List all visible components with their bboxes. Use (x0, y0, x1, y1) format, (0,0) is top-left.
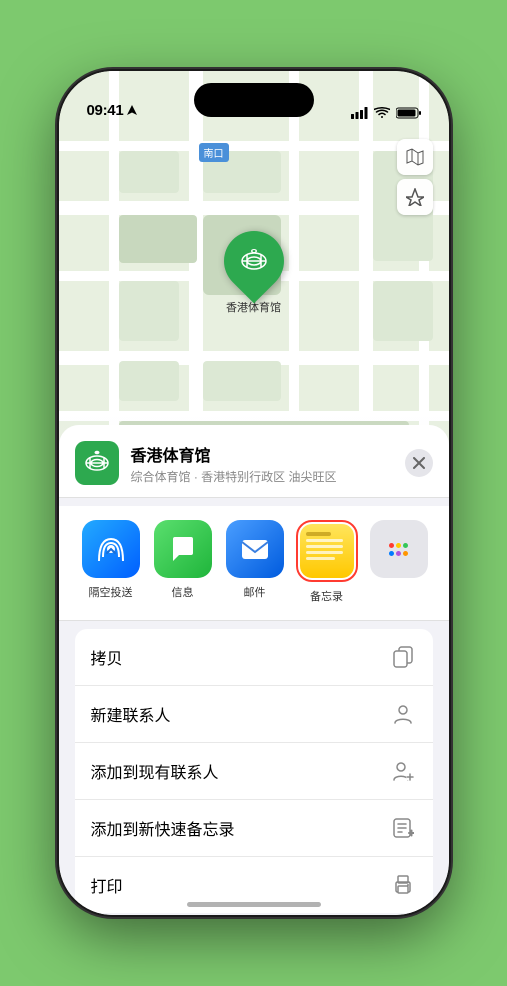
location-pin: 香港体育馆 (224, 231, 284, 315)
share-row: 隔空投送 信息 (59, 506, 449, 621)
action-new-contact-label: 新建联系人 (91, 702, 171, 726)
dynamic-island (194, 83, 314, 117)
dot-purple (396, 551, 401, 556)
share-item-notes[interactable]: 备忘录 (291, 520, 363, 604)
messages-label: 信息 (172, 584, 194, 600)
messages-icon-wrap (154, 520, 212, 578)
venue-subtitle: 综合体育馆 · 香港特别行政区 油尖旺区 (131, 468, 393, 485)
venue-icon (75, 441, 119, 485)
wifi-icon (374, 107, 390, 119)
bottom-sheet: 香港体育馆 综合体育馆 · 香港特别行政区 油尖旺区 (59, 425, 449, 915)
close-icon (413, 457, 425, 469)
venue-stadium-icon (83, 449, 111, 477)
new-contact-icon (389, 700, 417, 728)
map-type-button[interactable] (397, 139, 433, 175)
notes-selection-border (296, 520, 358, 582)
airdrop-icon-wrap (82, 520, 140, 578)
airdrop-icon (95, 533, 127, 565)
close-button[interactable] (405, 449, 433, 477)
mail-icon (239, 534, 271, 564)
share-item-messages[interactable]: 信息 (147, 520, 219, 604)
action-copy-label: 拷贝 (91, 645, 123, 669)
location-arrow-icon (127, 105, 137, 117)
share-item-mail[interactable]: 邮件 (219, 520, 291, 604)
status-icons (351, 107, 421, 119)
dot-green (403, 543, 408, 548)
action-list: 拷贝 新建联系人 (75, 629, 433, 913)
signal-icon (351, 107, 368, 119)
phone-screen: 09:41 (59, 71, 449, 915)
map-label: 南口 (199, 143, 229, 162)
mail-icon-wrap (226, 520, 284, 578)
action-copy[interactable]: 拷贝 (75, 629, 433, 686)
action-quick-note-label: 添加到新快速备忘录 (91, 816, 235, 840)
dot-yellow (396, 543, 401, 548)
airdrop-label: 隔空投送 (89, 584, 133, 600)
copy-icon (389, 643, 417, 671)
action-print-label: 打印 (91, 873, 123, 897)
share-item-airdrop[interactable]: 隔空投送 (75, 520, 147, 604)
action-quick-note[interactable]: 添加到新快速备忘录 (75, 800, 433, 857)
share-item-more[interactable]: 更多 (363, 520, 435, 604)
notes-label: 备忘录 (310, 588, 343, 604)
home-indicator (187, 902, 321, 907)
location-button[interactable] (397, 179, 433, 215)
action-add-to-contact[interactable]: 添加到现有联系人 (75, 743, 433, 800)
quick-note-icon (389, 814, 417, 842)
venue-name: 香港体育馆 (131, 442, 393, 466)
dot-orange (403, 551, 408, 556)
add-contact-icon (389, 757, 417, 785)
venue-info: 香港体育馆 综合体育馆 · 香港特别行政区 油尖旺区 (131, 442, 393, 485)
dot-red (389, 543, 394, 548)
stadium-icon (239, 247, 269, 275)
dot-blue (389, 551, 394, 556)
phone-frame: 09:41 (59, 71, 449, 915)
notes-icon (300, 524, 354, 578)
sheet-header: 香港体育馆 综合体育馆 · 香港特别行政区 油尖旺区 (59, 425, 449, 498)
status-time: 09:41 (87, 102, 124, 119)
messages-icon (167, 533, 199, 565)
mail-label: 邮件 (244, 584, 266, 600)
more-icon-wrap (370, 520, 428, 578)
battery-icon (396, 107, 421, 119)
print-icon (389, 871, 417, 899)
action-add-contact-label: 添加到现有联系人 (91, 759, 219, 783)
map-controls (397, 139, 433, 219)
action-new-contact[interactable]: 新建联系人 (75, 686, 433, 743)
